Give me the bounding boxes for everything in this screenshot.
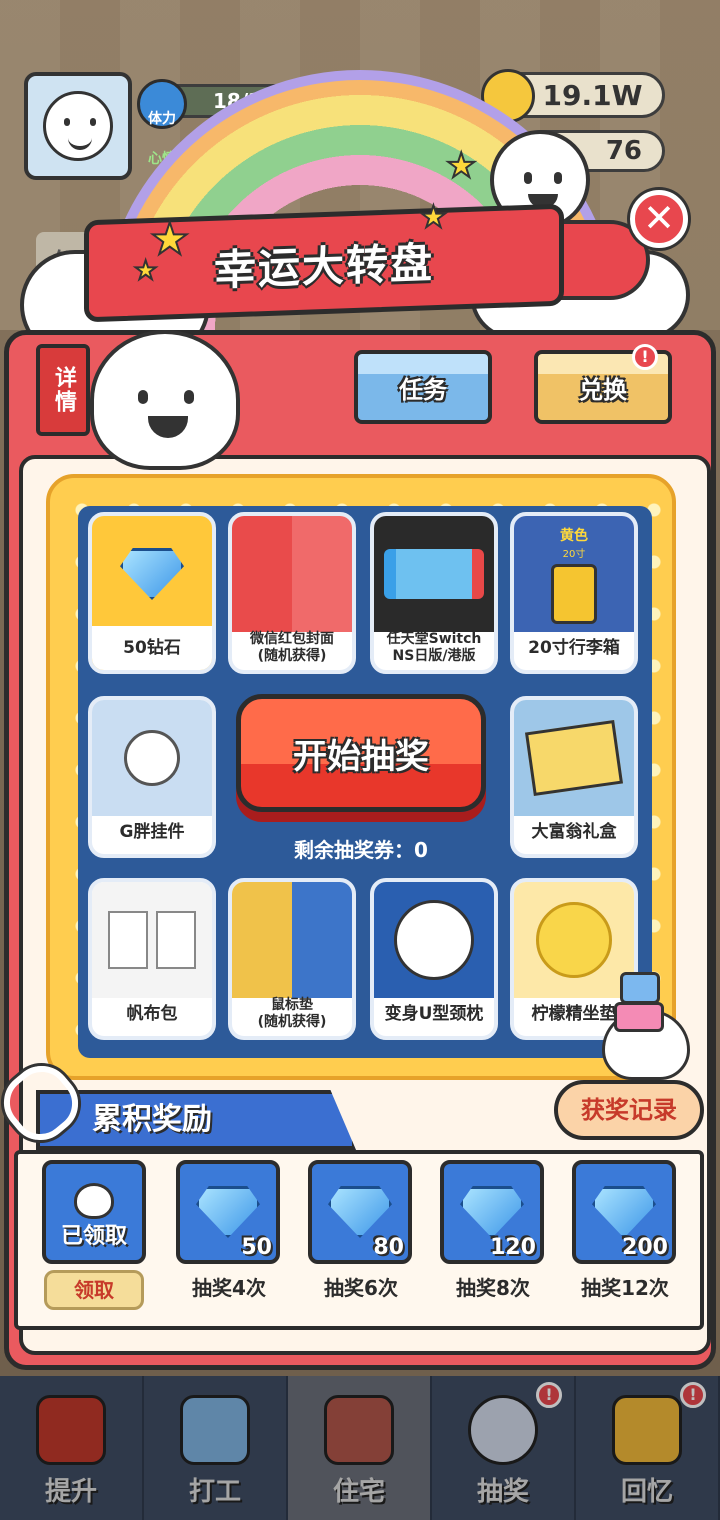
nav-memory[interactable]: 回忆 ! <box>576 1376 720 1520</box>
switch-console-icon <box>374 516 494 632</box>
prize-cell: 帆布包 <box>88 878 216 1040</box>
close-button[interactable]: ✕ <box>630 190 688 248</box>
reward-amount: 120 <box>490 1235 536 1260</box>
start-draw-button[interactable]: 开始抽奖 <box>236 694 486 812</box>
memory-alert-icon: ! <box>680 1382 706 1408</box>
diamond-icon <box>328 1186 392 1238</box>
prize-label: G胖挂件 <box>119 822 185 842</box>
task-label: 任务 <box>399 375 447 404</box>
player-avatar[interactable] <box>24 72 132 180</box>
prize-cell: 任天堂Switch NS日版/港版 <box>370 512 498 674</box>
reward-condition: 抽奖8次 <box>456 1276 530 1300</box>
star-icon: ★ <box>133 255 158 287</box>
task-button[interactable]: 任务 <box>354 350 492 424</box>
nav-label: 住宅 <box>332 1477 385 1507</box>
nav-upgrade[interactable]: 提升 <box>0 1376 144 1520</box>
avatar-face-icon <box>43 91 113 161</box>
reward-slot[interactable]: 200 <box>572 1160 676 1264</box>
red-envelope-cover-icon <box>232 516 352 632</box>
diamond-icon <box>592 1186 656 1238</box>
prize-record-button[interactable]: 获奖记录 <box>554 1080 704 1140</box>
coin-counter: 19.1W <box>481 69 665 123</box>
book-icon <box>36 1395 106 1465</box>
nav-label: 抽奖 <box>476 1477 529 1507</box>
mousepad-icon <box>232 882 352 998</box>
prize-cell: 鼠标垫 (随机获得) <box>228 878 356 1040</box>
nav-label: 回忆 <box>620 1477 673 1507</box>
monopoly-giftbox-icon <box>514 700 634 816</box>
plush-pendant-icon <box>92 700 212 816</box>
nav-work[interactable]: 打工 <box>144 1376 288 1520</box>
prize-cell: G胖挂件 <box>88 696 216 858</box>
reward-condition: 抽奖6次 <box>324 1276 398 1300</box>
reward-slot[interactable]: 120 <box>440 1160 544 1264</box>
nav-label: 提升 <box>44 1477 97 1507</box>
prize-cell: 大富翁礼盒 <box>510 696 638 858</box>
lottery-alert-icon: ! <box>536 1382 562 1408</box>
star-icon: ★ <box>419 199 448 236</box>
canvas-bag-icon <box>92 882 212 998</box>
gift-box-icon <box>620 972 660 1004</box>
energy-label: 体力 <box>148 111 176 127</box>
nav-label: 打工 <box>188 1477 241 1507</box>
lemon-cushion-icon <box>514 882 634 998</box>
nav-lottery[interactable]: 抽奖 ! <box>432 1376 576 1520</box>
page-title: 幸运大转盘 <box>213 237 434 295</box>
camera-icon <box>612 1395 682 1465</box>
reward-amount: 80 <box>373 1235 404 1260</box>
reward-amount: 200 <box>622 1235 668 1260</box>
prize-label: 20寸行李箱 <box>528 638 620 658</box>
prize-label: 微信红包封面 (随机获得) <box>250 631 334 664</box>
prize-label: 任天堂Switch NS日版/港版 <box>386 631 482 664</box>
reward-slot[interactable]: 80 <box>308 1160 412 1264</box>
reward-condition: 抽奖12次 <box>581 1276 669 1300</box>
remaining-tickets: 剩余抽奖券：0 <box>294 838 428 862</box>
prize-cell: 黄色 20寸 20寸行李箱 <box>510 512 638 674</box>
exchange-label: 兑换 <box>579 375 627 404</box>
coin-value: 19.1W <box>542 78 643 112</box>
lucky-cat-mascot <box>90 330 240 470</box>
diamond-icon <box>460 1186 524 1238</box>
prize-label: 大富翁礼盒 <box>531 822 617 842</box>
diamond-pile-icon <box>92 516 212 632</box>
reward-slot[interactable]: 50 <box>176 1160 280 1264</box>
details-button[interactable]: 详情 <box>36 344 90 436</box>
reward-condition: 抽奖4次 <box>192 1276 266 1300</box>
monitor-icon <box>180 1395 250 1465</box>
neck-pillow-icon <box>374 882 494 998</box>
prize-label: 帆布包 <box>126 1004 178 1024</box>
prize-cell: 50钻石 <box>88 512 216 674</box>
prize-label: 50钻石 <box>92 626 212 670</box>
exchange-alert-icon: ! <box>632 344 658 370</box>
reward-amount: 50 <box>241 1235 272 1260</box>
reward-slot: 已领取 <box>42 1160 146 1264</box>
prize-cell: 微信红包封面 (随机获得) <box>228 512 356 674</box>
claim-button[interactable]: 领取 <box>44 1270 144 1310</box>
bottom-navigation: 提升 打工 住宅 抽奖 ! 回忆 ! <box>0 1376 720 1520</box>
paw-icon <box>74 1183 114 1219</box>
prize-label: 变身U型颈枕 <box>384 1004 484 1024</box>
accumulated-rewards-title: 累积奖励 <box>36 1090 356 1150</box>
gacha-machine-icon <box>468 1395 538 1465</box>
luggage-icon: 黄色 20寸 <box>514 516 634 632</box>
star-icon: ★ <box>445 145 478 187</box>
prize-cell: 变身U型颈枕 <box>370 878 498 1040</box>
house-icon <box>324 1395 394 1465</box>
gift-box-icon <box>614 1002 664 1032</box>
claimed-status: 已领取 <box>60 1224 127 1249</box>
nav-home[interactable]: 住宅 <box>288 1376 432 1520</box>
prize-label: 鼠标垫 (随机获得) <box>257 997 327 1030</box>
diamond-icon <box>196 1186 260 1238</box>
